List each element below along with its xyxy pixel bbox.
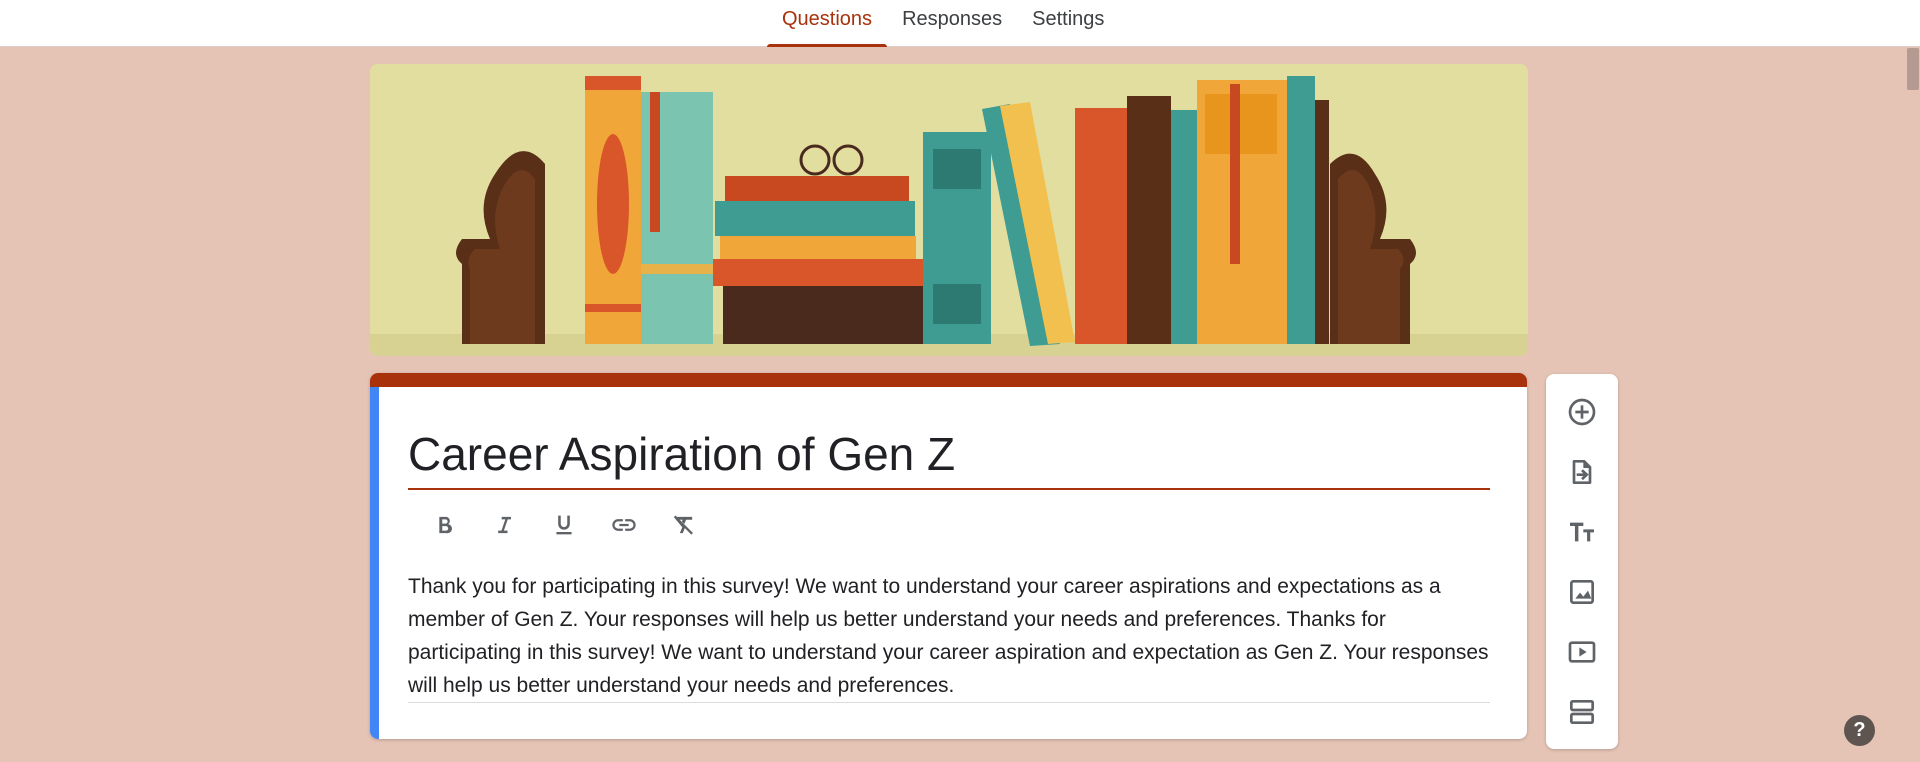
help-icon: ? — [1853, 719, 1866, 741]
add-video-button[interactable] — [1558, 628, 1606, 676]
form-title-input[interactable]: Career Aspiration of Gen Z — [408, 420, 1490, 490]
card-theme-bar — [370, 373, 1527, 387]
tab-questions[interactable]: Questions — [767, 0, 888, 47]
vertical-scrollbar[interactable] — [1904, 47, 1920, 762]
import-questions-button[interactable] — [1558, 448, 1606, 496]
underline-icon — [556, 515, 572, 535]
clear-formatting-button[interactable] — [654, 505, 714, 545]
card-active-indicator — [370, 387, 379, 739]
help-button[interactable]: ? — [1844, 715, 1875, 746]
link-icon — [612, 519, 636, 531]
add-image-button[interactable] — [1558, 568, 1606, 616]
bookshelf-illustration — [370, 64, 1528, 356]
scrollbar-thumb[interactable] — [1907, 48, 1919, 90]
bold-icon — [439, 516, 452, 534]
tab-list: Questions Responses Settings — [767, 0, 1119, 47]
tab-settings[interactable]: Settings — [1017, 0, 1119, 47]
link-button[interactable] — [594, 505, 654, 545]
tab-settings-label: Settings — [1032, 8, 1105, 30]
import-questions-icon — [1572, 460, 1592, 484]
header-banner-image — [370, 64, 1528, 356]
italic-icon — [498, 516, 511, 534]
add-question-icon — [1568, 398, 1596, 426]
add-section-button[interactable] — [1558, 688, 1606, 736]
tab-responses-label: Responses — [902, 8, 1003, 30]
add-video-icon — [1568, 641, 1596, 663]
underline-button[interactable] — [534, 505, 594, 545]
add-image-icon — [1570, 580, 1594, 604]
tab-responses[interactable]: Responses — [887, 0, 1017, 47]
italic-button[interactable] — [474, 505, 534, 545]
form-description-input[interactable]: Thank you for participating in this surv… — [408, 570, 1490, 702]
add-title-description-button[interactable] — [1558, 508, 1606, 556]
bold-button[interactable] — [414, 505, 474, 545]
add-title-icon — [1570, 522, 1594, 542]
formatting-toolbar — [414, 505, 714, 545]
form-title-card: Career Aspiration of Gen Z Thank you for… — [370, 373, 1527, 739]
clear-formatting-icon — [673, 515, 693, 535]
add-question-button[interactable] — [1558, 388, 1606, 436]
side-toolbar — [1546, 374, 1618, 749]
add-section-icon — [1570, 700, 1594, 724]
tab-questions-label: Questions — [782, 8, 873, 30]
description-underline — [408, 702, 1490, 703]
top-bar: Questions Responses Settings — [0, 0, 1920, 47]
